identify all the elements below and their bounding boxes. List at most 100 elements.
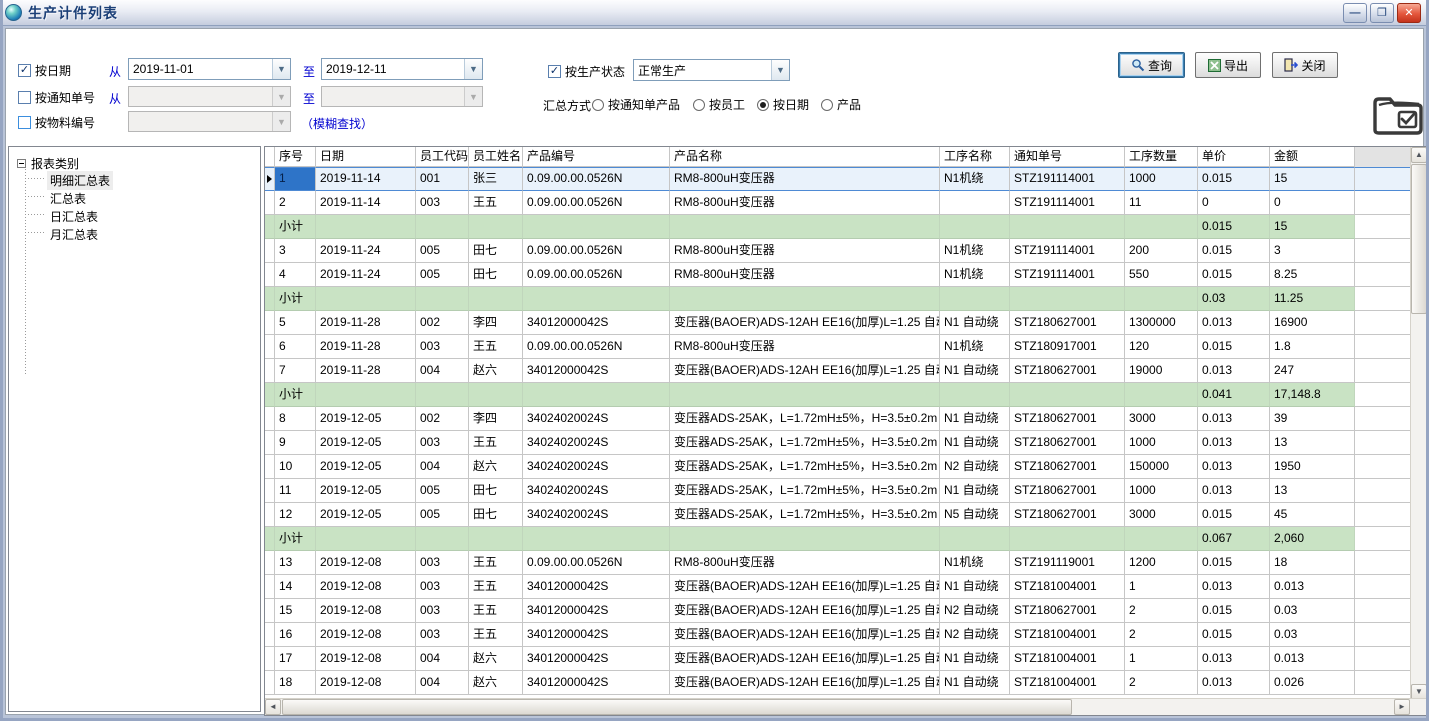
grid-cell[interactable]: 14 [275,575,316,599]
grid-cell[interactable]: 0.013 [1270,575,1355,599]
grid-cell[interactable]: 200 [1125,239,1198,263]
grid-cell[interactable] [469,527,523,551]
grid-cell[interactable]: 34012000042S [523,359,670,383]
grid-cell[interactable]: 0.03 [1270,623,1355,647]
grid-cell[interactable]: 小计 [275,383,316,407]
grid-cell[interactable]: 003 [416,623,469,647]
grid-cell[interactable] [316,383,416,407]
grid-cell[interactable] [416,527,469,551]
grid-cell[interactable]: 0.013 [1198,455,1270,479]
grid-cell[interactable]: N1 自动绕 [940,431,1010,455]
grid-cell[interactable]: 4 [275,263,316,287]
grid-cell[interactable]: 8 [275,407,316,431]
table-row[interactable]: 162019-12-08003王五34012000042S变压器(BAOER)A… [265,623,1410,647]
radio-icon[interactable] [592,99,604,111]
radio-icon[interactable] [693,99,705,111]
grid-cell[interactable]: N5 自动绕 [940,503,1010,527]
grid-cell[interactable]: 15 [275,599,316,623]
grid-cell[interactable]: STZ181004001 [1010,623,1125,647]
grid-cell[interactable]: RM8-800uH变压器 [670,167,940,191]
grid-cell[interactable]: 王五 [469,575,523,599]
minimize-button[interactable]: — [1343,3,1367,23]
grid-cell[interactable]: 张三 [469,167,523,191]
grid-cell[interactable]: N1机绕 [940,167,1010,191]
grid-cell[interactable]: 0.09.00.00.0526N [523,335,670,359]
grid-cell[interactable]: 变压器(BAOER)ADS-12AH EE16(加厚)L=1.25 自动绕 [670,575,940,599]
grid-cell[interactable]: 0.09.00.00.0526N [523,191,670,215]
grid-cell[interactable]: N1机绕 [940,335,1010,359]
column-header[interactable]: 单价 [1198,147,1270,167]
grid-cell[interactable]: 39 [1270,407,1355,431]
column-header[interactable]: 员工代码 [416,147,469,167]
grid-cell[interactable]: 0.015 [1198,215,1270,239]
grid-cell[interactable]: 李四 [469,311,523,335]
grid-cell[interactable]: STZ191114001 [1010,239,1125,263]
grid-cell[interactable]: 2019-12-08 [316,575,416,599]
grid-cell[interactable]: RM8-800uH变压器 [670,239,940,263]
tree-item-detail-summary[interactable]: 明细汇总表 [47,171,113,190]
grid-cell[interactable]: 0.013 [1198,431,1270,455]
grid-cell[interactable]: 34024020024S [523,431,670,455]
radio-by-notice-product[interactable]: 按通知单产品 [592,96,680,113]
vertical-scroll-thumb[interactable] [1411,164,1427,314]
grid-cell[interactable]: 变压器(BAOER)ADS-12AH EE16(加厚)L=1.25 自动绕 [670,623,940,647]
grid-cell[interactable]: N1 自动绕 [940,311,1010,335]
grid-cell[interactable]: 1 [1125,647,1198,671]
grid-cell[interactable]: 2019-12-05 [316,503,416,527]
grid-cell[interactable]: 34024020024S [523,455,670,479]
subtotal-row[interactable]: 小计0.0311.25 [265,287,1410,311]
grid-cell[interactable] [469,215,523,239]
grid-cell[interactable]: 田七 [469,503,523,527]
grid-cell[interactable]: 003 [416,599,469,623]
grid-cell[interactable]: STZ180627001 [1010,455,1125,479]
by-notice-checkbox[interactable] [18,91,31,104]
grid-cell[interactable]: 田七 [469,479,523,503]
grid-cell[interactable]: 王五 [469,599,523,623]
grid-cell[interactable] [316,527,416,551]
chevron-down-icon[interactable]: ▼ [272,59,290,79]
grid-cell[interactable]: 1200 [1125,551,1198,575]
grid-cell[interactable] [523,527,670,551]
grid-cell[interactable]: STZ180917001 [1010,335,1125,359]
grid-cell[interactable]: 1300000 [1125,311,1198,335]
tree-item-summary[interactable]: 汇总表 [47,189,89,208]
grid-cell[interactable]: N2 自动绕 [940,599,1010,623]
grid-cell[interactable]: 15 [1270,167,1355,191]
grid-cell[interactable]: 13 [1270,479,1355,503]
grid-cell[interactable] [940,191,1010,215]
grid-cell[interactable]: RM8-800uH变压器 [670,551,940,575]
grid-cell[interactable]: 3000 [1125,407,1198,431]
scroll-left-icon[interactable]: ◄ [265,699,281,715]
grid-cell[interactable]: STZ191114001 [1010,263,1125,287]
grid-cell[interactable] [523,383,670,407]
notice-to-combo[interactable]: ▼ [321,86,483,107]
by-date-checkbox[interactable] [18,64,31,77]
grid-cell[interactable]: 3 [275,239,316,263]
vertical-scrollbar[interactable]: ▲ ▼ [1410,147,1427,700]
grid-cell[interactable]: 2019-11-14 [316,191,416,215]
grid-cell[interactable]: 34024020024S [523,407,670,431]
grid-cell[interactable] [1125,287,1198,311]
grid-cell[interactable]: 1.8 [1270,335,1355,359]
grid-cell[interactable]: 150000 [1125,455,1198,479]
grid-cell[interactable]: 17,148.8 [1270,383,1355,407]
grid-cell[interactable]: STZ181004001 [1010,647,1125,671]
grid-cell[interactable] [523,215,670,239]
grid-cell[interactable]: 3 [1270,239,1355,263]
grid-cell[interactable]: 0.09.00.00.0526N [523,263,670,287]
grid-cell[interactable] [940,527,1010,551]
table-row[interactable]: 112019-12-05005田七34024020024S变压器ADS-25AK… [265,479,1410,503]
grid-cell[interactable]: 0.013 [1198,647,1270,671]
table-row[interactable]: 152019-12-08003王五34012000042S变压器(BAOER)A… [265,599,1410,623]
grid-cell[interactable]: 王五 [469,623,523,647]
date-from-combo[interactable]: 2019-11-01 ▼ [128,58,291,80]
grid-cell[interactable]: 变压器ADS-25AK，L=1.72mH±5%，H=3.5±0.2m [670,479,940,503]
grid-cell[interactable]: 2019-12-08 [316,647,416,671]
grid-cell[interactable] [316,215,416,239]
grid-cell[interactable]: 003 [416,551,469,575]
grid-cell[interactable]: 王五 [469,551,523,575]
grid-cell[interactable]: 45 [1270,503,1355,527]
tree-item-daily-summary[interactable]: 日汇总表 [47,207,101,226]
grid-cell[interactable]: 34012000042S [523,671,670,695]
grid-cell[interactable]: 2 [1125,623,1198,647]
